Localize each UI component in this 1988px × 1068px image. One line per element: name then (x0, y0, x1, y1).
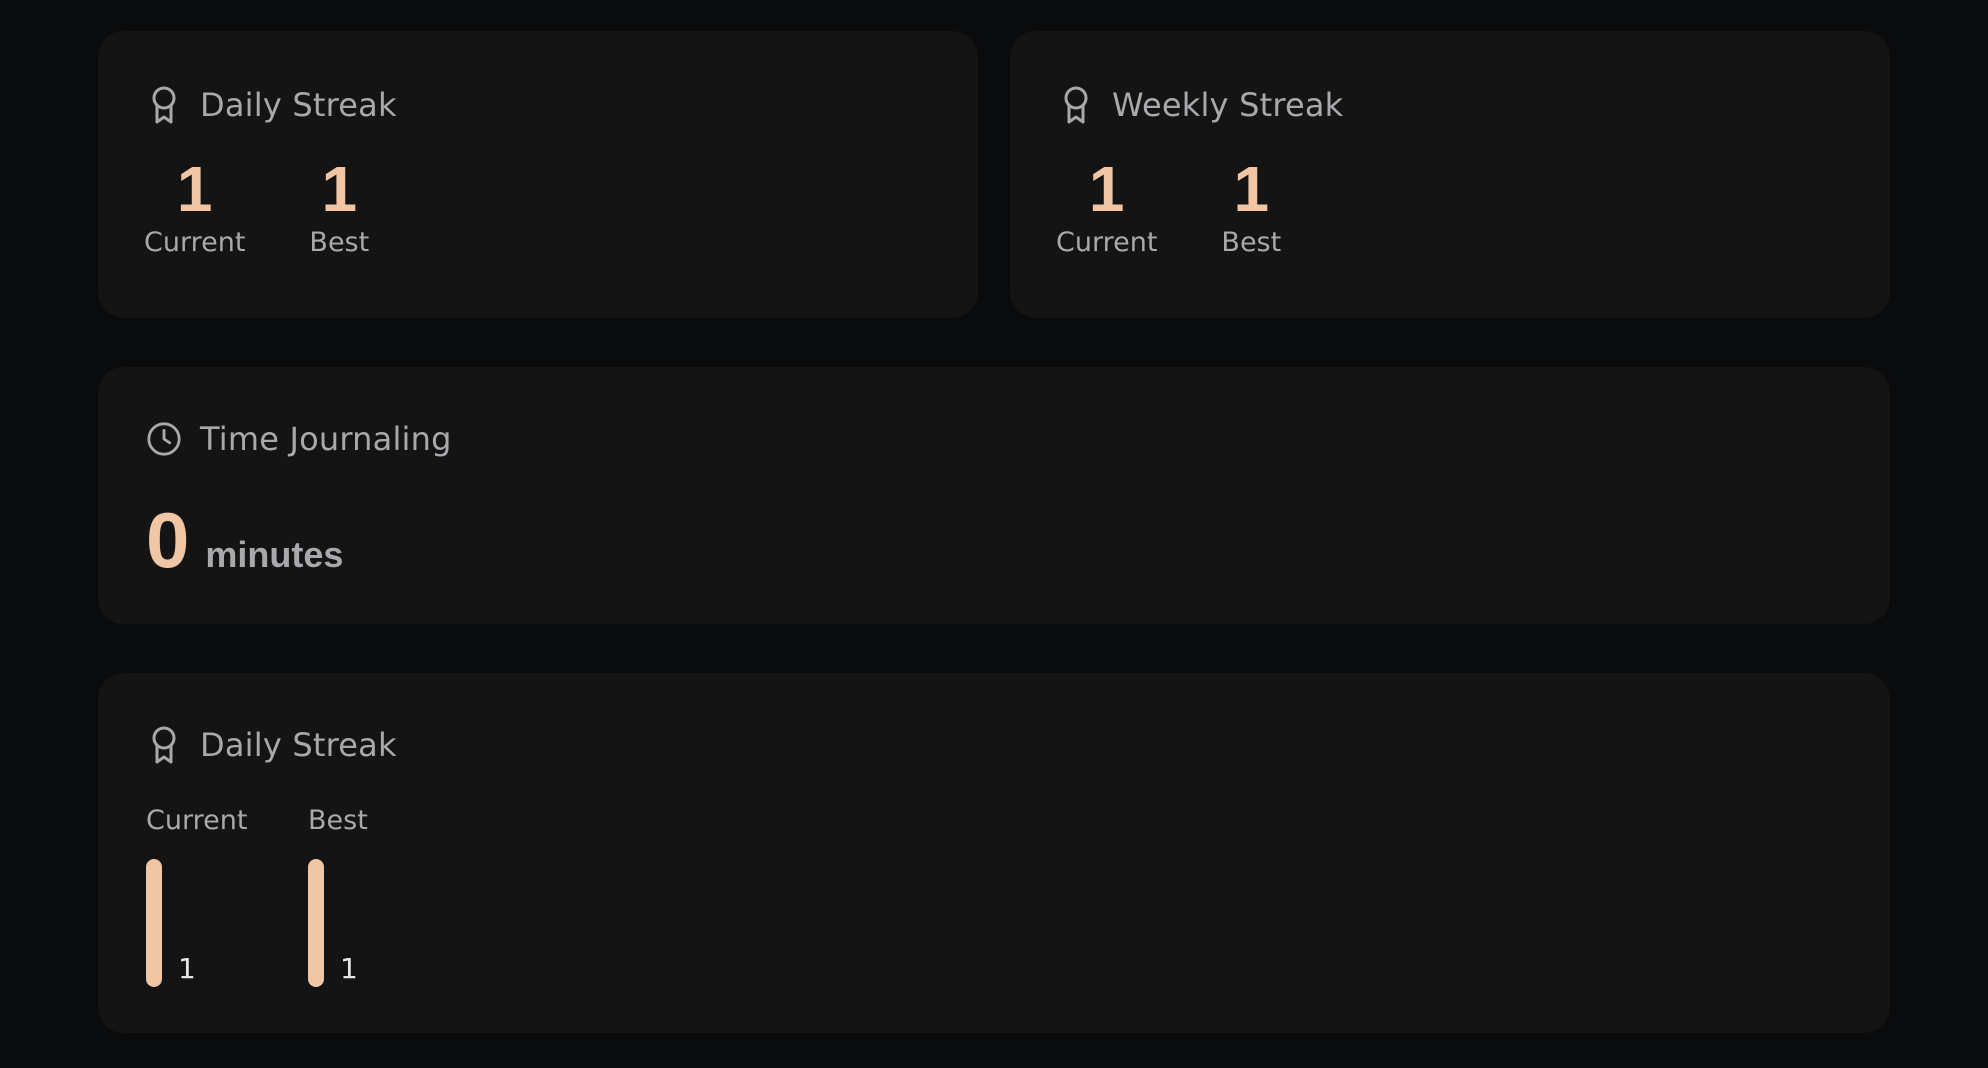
card-header: Daily Streak (146, 721, 397, 769)
bar-value: 1 (178, 952, 196, 985)
current-label: Current (1056, 227, 1158, 258)
card-header: Time Journaling (146, 415, 452, 463)
card-header: Daily Streak (146, 81, 397, 129)
current-value: 1 (1088, 153, 1125, 225)
bar-groups: Current 1 Best 1 (146, 803, 470, 987)
bar-fill (308, 859, 324, 987)
best-value: 1 (321, 153, 358, 225)
current-label: Current (144, 227, 246, 258)
bar-fill (146, 859, 162, 987)
bar-group-best: Best 1 (308, 803, 406, 987)
bar-track (146, 859, 162, 987)
time-journaling-card: Time Journaling 0 minutes (98, 367, 1890, 624)
daily-streak-card: Daily Streak 1 Current 1 Best (98, 31, 978, 318)
card-title: Daily Streak (200, 726, 397, 764)
streak-stats: 1 Current 1 Best (1056, 153, 1345, 258)
award-ribbon-icon (146, 84, 182, 126)
clock-icon (146, 418, 182, 460)
award-ribbon-icon (146, 724, 182, 766)
bar-row: 1 (146, 859, 244, 987)
current-stat: 1 Current (144, 153, 245, 258)
streak-stats: 1 Current 1 Best (144, 153, 433, 258)
current-stat: 1 Current (1056, 153, 1157, 258)
card-title: Time Journaling (200, 420, 452, 458)
best-label: Best (309, 227, 370, 258)
best-stat: 1 Best (1221, 153, 1281, 258)
best-stat: 1 Best (309, 153, 369, 258)
bar-track (308, 859, 324, 987)
card-title: Daily Streak (200, 86, 397, 124)
best-label: Best (1221, 227, 1282, 258)
bar-label: Best (308, 805, 368, 836)
bar-label: Current (146, 805, 248, 836)
bar-group-current: Current 1 (146, 803, 248, 987)
bar-row: 1 (308, 859, 406, 987)
award-ribbon-icon (1058, 84, 1094, 126)
stats-page: Daily Streak 1 Current 1 Best Weekly Str… (0, 0, 1988, 1068)
minutes-unit: minutes (205, 534, 344, 575)
weekly-streak-card: Weekly Streak 1 Current 1 Best (1010, 31, 1890, 318)
best-value: 1 (1233, 153, 1270, 225)
minutes-value: 0 (146, 496, 190, 584)
time-value: 0 minutes (146, 495, 343, 585)
card-title: Weekly Streak (1112, 86, 1344, 124)
current-value: 1 (176, 153, 213, 225)
bar-value: 1 (340, 952, 358, 985)
card-header: Weekly Streak (1058, 81, 1343, 129)
daily-streak-bars-card: Daily Streak Current 1 Best 1 (98, 673, 1890, 1033)
